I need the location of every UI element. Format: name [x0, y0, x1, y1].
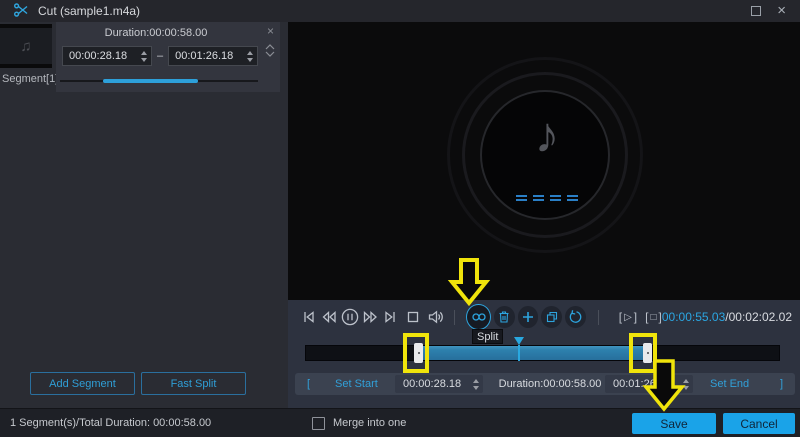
segment-end-value[interactable] — [169, 50, 234, 62]
segment-list-panel: ♫ Segment[1] Duration:00:00:58.00 – — [0, 22, 288, 408]
step-down-icon[interactable] — [247, 57, 254, 62]
copy-segment-button[interactable] — [541, 306, 563, 328]
rewind-button[interactable] — [320, 307, 339, 327]
maximize-icon[interactable] — [751, 6, 762, 16]
player-panel: ♪ [▷] [□] 00:00:55.03/00:02:02.02 [… — [288, 22, 800, 408]
step-up-icon[interactable] — [141, 50, 147, 55]
timeline-track[interactable] — [305, 337, 780, 363]
stop-segment-button[interactable]: [□] — [645, 310, 662, 324]
window-title: Cut (sample1.m4a) — [38, 4, 141, 18]
segment-mini-timeline — [60, 79, 258, 83]
step-down-icon[interactable] — [683, 385, 689, 390]
segment-thumbnail[interactable]: ♫ — [0, 24, 52, 68]
step-down-icon[interactable] — [141, 57, 147, 62]
segment-duration-label: Duration:00:00:58.00 — [104, 27, 208, 39]
set-end-button[interactable]: Set End — [710, 373, 749, 395]
preview-disc: ♪ — [480, 90, 610, 220]
merge-checkbox[interactable] — [312, 417, 325, 430]
open-bracket: [ — [307, 378, 311, 390]
music-note-icon: ♪ — [534, 107, 560, 163]
step-up-icon[interactable] — [473, 378, 479, 383]
music-note-icon: ♫ — [20, 37, 32, 55]
audio-preview-area: ♪ — [288, 22, 800, 300]
reset-button[interactable] — [565, 306, 586, 328]
time-display: 00:00:55.03/00:02:02.02 — [662, 310, 792, 324]
add-button[interactable] — [517, 306, 539, 328]
delete-segment-button[interactable] — [493, 306, 515, 328]
segment-end-stepper[interactable] — [247, 47, 254, 65]
trim-parameter-bar: [ Set Start 00:00:28.18 Duration:00:00:5… — [295, 373, 795, 395]
timeline-row — [288, 334, 800, 372]
controls-separator — [454, 309, 456, 325]
range-dash: – — [157, 50, 164, 62]
end-time-field[interactable]: 00:01:26.18 — [605, 375, 693, 393]
skip-end-button[interactable] — [381, 307, 400, 327]
segment-card: Duration:00:00:58.00 – — [56, 22, 280, 92]
playhead-icon[interactable] — [514, 337, 524, 345]
split-tooltip: Split — [472, 329, 504, 344]
segment-label: Segment[1] — [2, 73, 59, 85]
skip-start-button[interactable] — [300, 307, 319, 327]
pause-button[interactable] — [340, 307, 360, 327]
step-up-icon[interactable] — [683, 378, 689, 383]
segment-end-input[interactable] — [168, 46, 259, 66]
split-button[interactable] — [466, 304, 491, 330]
playhead-line — [518, 345, 520, 361]
start-time-stepper[interactable] — [473, 375, 479, 393]
segment-start-stepper[interactable] — [141, 47, 147, 65]
play-segment-button[interactable]: [▷] — [619, 310, 637, 324]
scissors-icon — [13, 3, 28, 17]
duration-label: Duration:00:00:58.00 — [498, 378, 602, 390]
stop-button[interactable] — [403, 307, 422, 327]
cut-dialog-window: Cut (sample1.m4a) × ♫ Segment[1] Duratio… — [0, 0, 800, 437]
step-up-icon[interactable] — [247, 50, 254, 55]
start-time-field[interactable]: 00:00:28.18 — [395, 375, 483, 393]
player-controls: [▷] [□] 00:00:55.03/00:02:02.02 — [288, 300, 800, 334]
cancel-button[interactable]: Cancel — [723, 413, 795, 434]
small-play-icon: ▷ — [624, 311, 632, 323]
start-trim-handle[interactable] — [414, 343, 423, 363]
mini-timeline-selection — [103, 79, 198, 83]
set-start-button[interactable]: Set Start — [335, 373, 378, 395]
controls-separator — [597, 309, 599, 325]
current-time: 00:00:55.03 — [661, 310, 726, 324]
collapse-segment-control[interactable] — [265, 44, 275, 57]
volume-button[interactable] — [426, 307, 446, 327]
equalizer-icon — [482, 195, 612, 201]
total-time: /00:02:02.02 — [725, 310, 792, 324]
segment-start-input[interactable] — [62, 46, 152, 66]
merge-checkbox-label: Merge into one — [333, 417, 407, 429]
timeline-selection[interactable] — [414, 346, 652, 360]
small-stop-icon: □ — [650, 311, 657, 323]
chevron-down-icon — [265, 51, 275, 57]
remove-segment-icon[interactable]: × — [267, 25, 274, 37]
close-bracket: ] — [779, 378, 783, 390]
end-time-stepper[interactable] — [683, 375, 689, 393]
segment-summary: 1 Segment(s)/Total Duration: 00:00:58.00 — [10, 417, 212, 429]
add-segment-button[interactable]: Add Segment — [30, 372, 135, 395]
chevron-up-icon — [265, 44, 275, 50]
save-button[interactable]: Save — [632, 413, 716, 434]
fast-forward-button[interactable] — [361, 307, 380, 327]
segment-start-value[interactable] — [63, 50, 127, 62]
titlebar: Cut (sample1.m4a) × — [0, 0, 800, 22]
fast-split-button[interactable]: Fast Split — [141, 372, 246, 395]
close-icon[interactable]: × — [777, 3, 786, 18]
step-down-icon[interactable] — [473, 385, 479, 390]
end-trim-handle[interactable] — [643, 343, 652, 363]
status-bar: 1 Segment(s)/Total Duration: 00:00:58.00… — [0, 408, 800, 437]
